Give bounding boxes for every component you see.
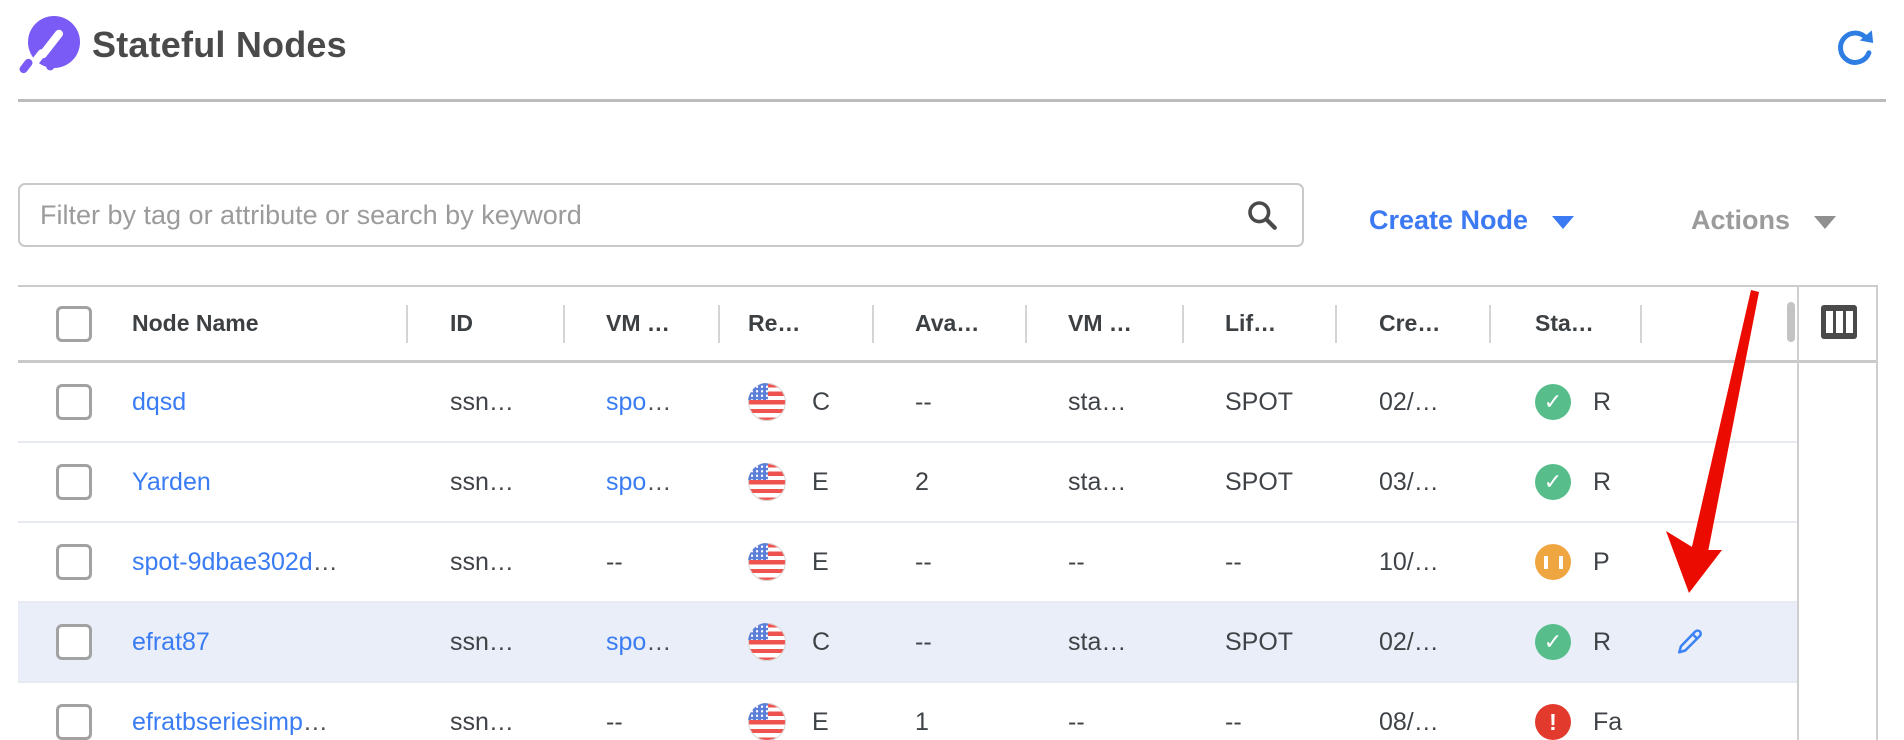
lifecycle-value: SPOT (1225, 468, 1293, 497)
availability-zone-value: -- (915, 388, 932, 417)
us-flag-icon (748, 383, 786, 421)
create-node-button[interactable]: Create Node (1369, 196, 1574, 244)
created-date: 10/… (1379, 548, 1439, 577)
spot-logo-icon (22, 16, 80, 74)
availability-zone-value: 2 (915, 468, 929, 497)
created-date: 03/… (1379, 468, 1439, 497)
chevron-down-icon (1814, 216, 1836, 229)
column-header-created[interactable]: Cre… (1335, 287, 1489, 360)
running-status-icon: ✓ (1535, 384, 1571, 420)
node-id: ssn… (450, 708, 514, 737)
row-checkbox[interactable] (56, 544, 92, 580)
node-name-link[interactable]: efratbseriesimp (132, 708, 303, 737)
vertical-scrollbar-thumb[interactable] (1787, 302, 1795, 342)
table-header-row: Node NameIDVM …Re…Ava…VM …Lif…Cre…Sta… (18, 287, 1878, 363)
refresh-icon (1833, 26, 1877, 70)
column-header-az[interactable]: Ava… (872, 287, 1025, 360)
column-header-actions (1640, 287, 1797, 360)
running-status-icon: ✓ (1535, 464, 1571, 500)
vm-name-link[interactable]: spo (606, 468, 646, 497)
lifecycle-value: SPOT (1225, 628, 1293, 657)
table-row[interactable]: Yarden ssn… spo… E 2 sta… SPOT 03/… ✓ R (18, 443, 1797, 523)
select-all-checkbox[interactable] (56, 306, 92, 342)
vm-state-value: sta… (1068, 628, 1126, 657)
node-id: ssn… (450, 628, 514, 657)
refresh-button[interactable] (1833, 26, 1877, 70)
node-name-link[interactable]: spot-9dbae302d (132, 548, 313, 577)
vm-name-link[interactable]: spo (606, 388, 646, 417)
lifecycle-value: -- (1225, 708, 1242, 737)
failed-status-icon: ! (1535, 704, 1571, 740)
availability-zone-value: -- (915, 548, 932, 577)
table-row[interactable]: dqsd ssn… spo… C -- sta… SPOT 02/… ✓ R (18, 363, 1797, 443)
vm-name-link: -- (606, 548, 623, 577)
us-flag-icon (748, 623, 786, 661)
columns-icon (1826, 311, 1833, 333)
table-row[interactable]: spot-9dbae302d… ssn… -- E -- -- -- 10/… … (18, 523, 1797, 603)
filter-box (18, 183, 1304, 247)
status-label: R (1593, 628, 1611, 657)
vm-state-value: sta… (1068, 388, 1126, 417)
status-label: R (1593, 468, 1611, 497)
stateful-nodes-table: Node NameIDVM …Re…Ava…VM …Lif…Cre…Sta… d… (18, 285, 1878, 740)
region-value: C (812, 388, 830, 417)
column-header-status[interactable]: Sta… (1489, 287, 1640, 360)
availability-zone-value: 1 (915, 708, 929, 737)
node-name-link[interactable]: Yarden (132, 468, 211, 497)
row-checkbox[interactable] (56, 624, 92, 660)
vm-state-value: -- (1068, 708, 1085, 737)
column-picker-button[interactable] (1821, 305, 1857, 339)
paused-status-icon (1535, 544, 1571, 580)
column-header-life[interactable]: Lif… (1182, 287, 1335, 360)
chevron-down-icon (1552, 216, 1574, 229)
us-flag-icon (748, 703, 786, 740)
vm-name-link[interactable]: spo (606, 628, 646, 657)
created-date: 02/… (1379, 388, 1439, 417)
vm-name-link: -- (606, 708, 623, 737)
node-id: ssn… (450, 468, 514, 497)
running-status-icon: ✓ (1535, 624, 1571, 660)
created-date: 02/… (1379, 628, 1439, 657)
region-value: E (812, 708, 829, 737)
table-row[interactable]: efrat87 ssn… spo… C -- sta… SPOT 02/… ✓ … (18, 603, 1797, 683)
column-header-region[interactable]: Re… (718, 287, 872, 360)
table-right-gutter (1797, 287, 1878, 740)
vm-state-value: -- (1068, 548, 1085, 577)
created-date: 08/… (1379, 708, 1439, 737)
header-divider (18, 99, 1886, 102)
region-value: E (812, 468, 829, 497)
column-header-vm[interactable]: VM … (563, 287, 718, 360)
column-header-vmstate[interactable]: VM … (1025, 287, 1182, 360)
column-header-name[interactable]: Node Name (120, 287, 406, 360)
region-value: C (812, 628, 830, 657)
row-checkbox[interactable] (56, 384, 92, 420)
us-flag-icon (748, 463, 786, 501)
row-checkbox[interactable] (56, 704, 92, 740)
region-value: E (812, 548, 829, 577)
node-id: ssn… (450, 388, 514, 417)
us-flag-icon (748, 543, 786, 581)
edit-pencil-icon[interactable] (1675, 627, 1705, 657)
node-id: ssn… (450, 548, 514, 577)
table-body: dqsd ssn… spo… C -- sta… SPOT 02/… ✓ R Y… (18, 363, 1878, 740)
vm-state-value: sta… (1068, 468, 1126, 497)
status-label: P (1593, 548, 1610, 577)
status-label: R (1593, 388, 1611, 417)
lifecycle-value: SPOT (1225, 388, 1293, 417)
filter-input[interactable] (18, 183, 1304, 247)
node-name-link[interactable]: dqsd (132, 388, 186, 417)
lifecycle-value: -- (1225, 548, 1242, 577)
row-checkbox[interactable] (56, 464, 92, 500)
page-title: Stateful Nodes (92, 24, 347, 66)
node-name-link[interactable]: efrat87 (132, 628, 210, 657)
table-row[interactable]: efratbseriesimp… ssn… -- E 1 -- -- 08/… … (18, 683, 1797, 740)
stateful-nodes-page: Stateful Nodes Create Node Actions Node … (0, 0, 1904, 740)
column-header-id[interactable]: ID (406, 287, 563, 360)
availability-zone-value: -- (915, 628, 932, 657)
actions-button[interactable]: Actions (1691, 196, 1836, 244)
status-label: Fa (1593, 708, 1622, 737)
